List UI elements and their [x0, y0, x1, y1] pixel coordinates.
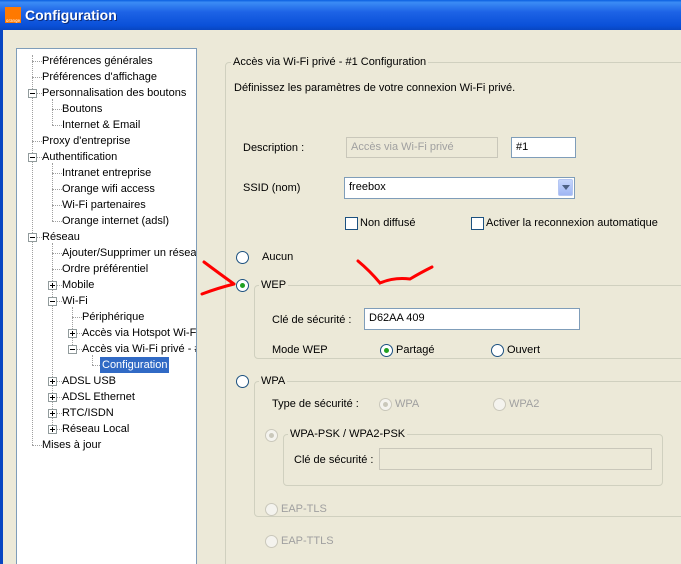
config-group-title: Accès via Wi-Fi privé - #1 Configuration: [231, 56, 429, 68]
description-field: Accès via Wi-Fi privé: [346, 137, 498, 158]
tree-item-personnalisation-boutons[interactable]: Personnalisation des boutons: [42, 85, 186, 101]
chevron-down-icon[interactable]: [558, 179, 573, 196]
ssid-select[interactable]: freebox: [344, 177, 575, 199]
non-diffuse-label: Non diffusé: [360, 217, 416, 229]
tree-item-wifi[interactable]: Wi-Fi: [62, 293, 88, 309]
expand-icon[interactable]: [48, 409, 57, 418]
description-suffix-field[interactable]: #1: [511, 137, 576, 158]
red-highlight-annotation: [356, 259, 434, 285]
tree-item-proxy[interactable]: Proxy d'entreprise: [42, 133, 130, 149]
wpa-psk-radio[interactable]: [265, 429, 278, 442]
orange-logo-icon: orange: [5, 7, 21, 23]
collapse-icon[interactable]: [48, 297, 57, 306]
tree-item-orange-wifi-access[interactable]: Orange wifi access: [62, 181, 155, 197]
tree-item-reseau-local[interactable]: Réseau Local: [62, 421, 129, 437]
collapse-icon[interactable]: [28, 89, 37, 98]
title-bar[interactable]: orange Configuration: [0, 0, 681, 30]
tree-item-peripherique[interactable]: Périphérique: [82, 309, 144, 325]
wpa-legend: WPA: [259, 375, 288, 387]
tree-item-adsl-usb[interactable]: ADSL USB: [62, 373, 116, 389]
wep-ouvert-radio[interactable]: [491, 344, 504, 357]
tree-item-mises-a-jour[interactable]: Mises à jour: [42, 437, 101, 453]
tree-item-reseau[interactable]: Réseau: [42, 229, 80, 245]
tree-item-ordre-preferentiel[interactable]: Ordre préférentiel: [62, 261, 148, 277]
tree-item-wifi-partenaires[interactable]: Wi-Fi partenaires: [62, 197, 146, 213]
wpa2-label: WPA2: [509, 398, 540, 410]
wep-partage-radio[interactable]: [380, 344, 393, 357]
tree-item-mobile[interactable]: Mobile: [62, 277, 94, 293]
wpa2-radio[interactable]: [493, 398, 506, 411]
non-diffuse-checkbox[interactable]: [345, 217, 358, 230]
tree-item-preferences-generales[interactable]: Préférences générales: [42, 53, 153, 69]
expand-icon[interactable]: [48, 377, 57, 386]
tree-item-adsl-ethernet[interactable]: ADSL Ethernet: [62, 389, 135, 405]
expand-icon[interactable]: [48, 393, 57, 402]
tree-item-acces-hotspot[interactable]: Accès via Hotspot Wi-Fi: [82, 325, 196, 341]
security-none-label: Aucun: [262, 251, 294, 263]
ssid-label: SSID (nom): [243, 182, 301, 194]
expand-icon[interactable]: [48, 281, 57, 290]
intro-text: Définissez les paramètres de votre conne…: [234, 82, 516, 94]
wpa-key-input: [379, 448, 652, 470]
reconnect-label: Activer la reconnexion automatique: [486, 217, 658, 229]
tree-item-internet-email[interactable]: Internet & Email: [62, 117, 140, 133]
collapse-icon[interactable]: [28, 233, 37, 242]
description-label: Description :: [243, 142, 305, 154]
settings-tree[interactable]: Préférences générales Préférences d'affi…: [16, 48, 197, 564]
configuration-panel: Accès via Wi-Fi privé - #1 Configuration…: [197, 48, 681, 564]
wpa-label: WPA: [395, 398, 420, 410]
tree-item-rtc-isdn[interactable]: RTC/ISDN: [62, 405, 114, 421]
tree-item-orange-internet-adsl[interactable]: Orange internet (adsl): [62, 213, 169, 229]
window-title: Configuration: [25, 7, 117, 23]
eap-tls-label: EAP-TLS: [281, 503, 327, 515]
eap-tls-radio[interactable]: [265, 503, 278, 516]
eap-ttls-label: EAP-TTLS: [281, 535, 334, 547]
wpa-key-label: Clé de sécurité :: [294, 454, 374, 466]
wep-mode-label: Mode WEP: [272, 344, 328, 356]
tree-item-ajouter-supprimer-reseau[interactable]: Ajouter/Supprimer un résea: [62, 245, 196, 261]
reconnect-checkbox[interactable]: [471, 217, 484, 230]
wep-key-input[interactable]: D62AA 409: [364, 308, 580, 330]
tree-item-boutons[interactable]: Boutons: [62, 101, 102, 117]
wep-key-label: Clé de sécurité :: [272, 314, 352, 326]
ssid-value: freebox: [349, 181, 386, 193]
tree-item-preferences-affichage[interactable]: Préférences d'affichage: [42, 69, 157, 85]
wpa-radio[interactable]: [379, 398, 392, 411]
tree-item-authentification[interactable]: Authentification: [42, 149, 117, 165]
wpa-psk-legend: WPA-PSK / WPA2-PSK: [288, 428, 408, 440]
logo-text: orange: [6, 18, 21, 23]
expand-icon[interactable]: [68, 329, 77, 338]
tree-item-configuration[interactable]: Configuration: [100, 357, 170, 373]
collapse-icon[interactable]: [28, 153, 37, 162]
security-wpa-radio[interactable]: [236, 375, 249, 388]
window-client: Préférences générales Préférences d'affi…: [0, 30, 681, 564]
eap-ttls-radio[interactable]: [265, 535, 278, 548]
wpa-type-label: Type de sécurité :: [272, 398, 359, 410]
collapse-icon[interactable]: [68, 345, 77, 354]
wep-partage-label: Partagé: [396, 344, 435, 356]
wep-legend: WEP: [259, 279, 289, 291]
tree-item-acces-wifi-prive[interactable]: Accès via Wi-Fi privé - #: [82, 341, 196, 357]
expand-icon[interactable]: [48, 425, 57, 434]
wep-ouvert-label: Ouvert: [507, 344, 541, 356]
red-arrow-annotation: [200, 260, 236, 296]
tree-item-intranet[interactable]: Intranet entreprise: [62, 165, 151, 181]
